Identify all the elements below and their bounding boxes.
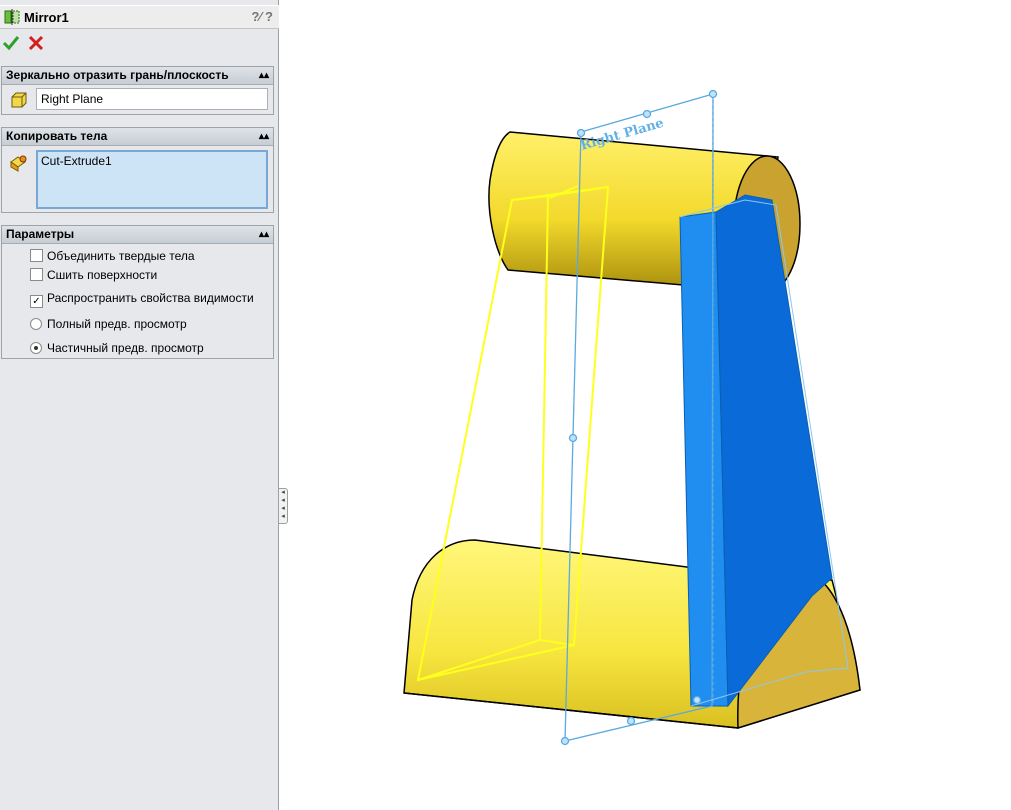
knit-surfaces-option[interactable]: Сшить поверхности — [30, 267, 157, 283]
option-label: Полный предв. просмотр — [47, 317, 187, 331]
graphics-viewport[interactable]: Right Plane — [280, 0, 1011, 810]
copy-bodies-group: Копировать тела ▴▴ Cut-Extrude1 — [1, 127, 274, 213]
collapse-icon[interactable]: ▴▴ — [259, 67, 269, 84]
group-title: Параметры — [6, 227, 75, 241]
feature-title-bar: Mirror1 ?⁄ ? — [0, 5, 279, 29]
partial-preview-option[interactable]: Частичный предв. просмотр — [30, 340, 204, 356]
ok-button[interactable] — [2, 34, 20, 52]
checkmark-icon — [2, 36, 20, 51]
parameters-group: Параметры ▴▴ Объединить твердые тела Сши… — [1, 225, 274, 359]
feature-title: Mirror1 — [24, 10, 69, 25]
cancel-button[interactable] — [27, 34, 45, 52]
checkbox[interactable] — [30, 249, 43, 262]
collapse-icon[interactable]: ▴▴ — [259, 226, 269, 243]
radio-button-selected[interactable] — [30, 342, 42, 354]
plane-icon — [10, 91, 28, 112]
group-title: Зеркально отразить грань/плоскость — [6, 68, 229, 82]
option-label: Объединить твердые тела — [47, 249, 195, 263]
mirror-plane-field[interactable]: Right Plane — [36, 88, 268, 110]
list-item[interactable]: Cut-Extrude1 — [41, 154, 263, 168]
option-label: Частичный предв. просмотр — [47, 341, 204, 355]
radio-button[interactable] — [30, 318, 42, 330]
group-header[interactable]: Параметры ▴▴ — [2, 226, 273, 244]
group-header[interactable]: Зеркально отразить грань/плоскость ▴▴ — [2, 67, 273, 85]
option-label: Сшить поверхности — [47, 268, 158, 282]
group-title: Копировать тела — [6, 129, 108, 143]
property-manager: Mirror1 ?⁄ ? Зеркально отразить грань/пл… — [0, 0, 279, 810]
full-preview-option[interactable]: Полный предв. просмотр — [30, 316, 187, 332]
merge-solids-option[interactable]: Объединить твердые тела — [30, 248, 195, 264]
option-label: Распространить свойства видимости — [47, 291, 254, 305]
collapse-icon[interactable]: ▴▴ — [259, 128, 269, 145]
checkbox[interactable] — [30, 268, 43, 281]
help-icon[interactable]: ?⁄ ? — [251, 9, 273, 24]
propagate-visual-properties-option[interactable]: ✓ Распространить свойства видимости — [30, 290, 254, 308]
bodies-list[interactable]: Cut-Extrude1 — [36, 150, 268, 209]
mirror-face-plane-group: Зеркально отразить грань/плоскость ▴▴ Ri… — [1, 66, 274, 115]
checkbox-checked[interactable]: ✓ — [30, 295, 43, 308]
solid-body-icon — [8, 154, 28, 175]
close-icon — [28, 35, 44, 51]
group-header[interactable]: Копировать тела ▴▴ — [2, 128, 273, 146]
mirror-feature-icon — [4, 9, 20, 28]
